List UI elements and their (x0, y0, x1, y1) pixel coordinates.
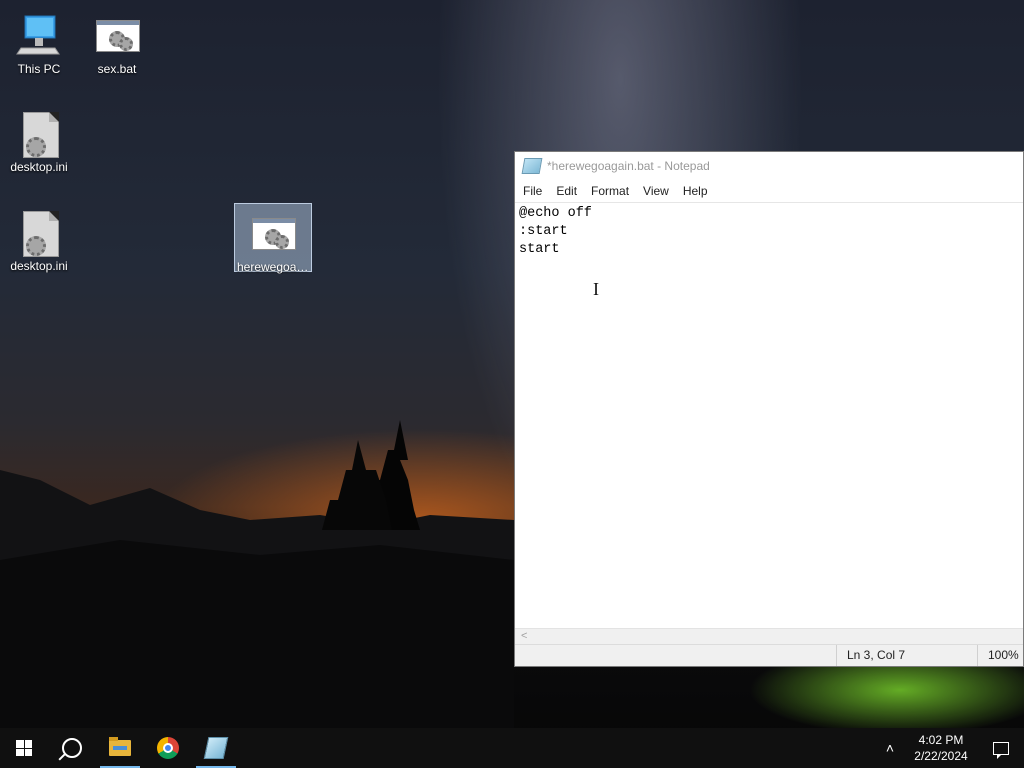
file-explorer-button[interactable] (96, 728, 144, 768)
batch-file-icon (93, 12, 141, 60)
text-cursor-icon: I (593, 279, 599, 299)
chrome-icon (157, 737, 179, 759)
desktop-icon-label: This PC (17, 62, 61, 76)
desktop-icon-desktop-ini-2[interactable]: desktop.ini (0, 203, 78, 273)
notepad-icon (203, 737, 229, 759)
clock-time: 4:02 PM (918, 733, 964, 747)
clock-date: 2/22/2024 (914, 749, 968, 763)
desktop-icon-desktop-ini-1[interactable]: desktop.ini (0, 104, 78, 174)
horizontal-scrollbar[interactable]: < (515, 628, 1023, 645)
notepad-titlebar[interactable]: *herewegoagain.bat - Notepad (515, 152, 1023, 180)
chrome-button[interactable] (144, 728, 192, 768)
cursor-position: Ln 3, Col 7 (836, 645, 977, 666)
menu-edit[interactable]: Edit (549, 184, 584, 198)
notepad-taskbar-button[interactable] (192, 728, 240, 768)
start-button[interactable] (0, 728, 48, 768)
ini-file-icon (15, 209, 63, 257)
zoom-level: 100% (977, 645, 1024, 666)
menu-help[interactable]: Help (676, 184, 715, 198)
this-pc-icon (15, 12, 63, 60)
chevron-up-icon[interactable]: ˄ (876, 740, 904, 756)
notepad-window[interactable]: *herewegoagain.bat - Notepad File Edit F… (514, 151, 1024, 667)
system-tray: ˄ 4:02 PM 2/22/2024 (876, 728, 1024, 768)
desktop-icon-label: desktop.ini (10, 160, 68, 174)
desktop-icon-label: sex.bat (97, 62, 137, 76)
notification-icon (993, 741, 1009, 759)
windows-logo-icon (16, 740, 32, 756)
menu-format[interactable]: Format (584, 184, 636, 198)
window-title: *herewegoagain.bat - Notepad (547, 159, 710, 173)
menu-file[interactable]: File (516, 184, 549, 198)
notification-center-button[interactable] (978, 728, 1024, 768)
batch-file-icon (249, 210, 297, 258)
text-editor[interactable]: @echo off :start start (515, 202, 1023, 629)
desktop-icon-label: desktop.ini (10, 259, 68, 273)
desktop-icon-herewegoagain-bat[interactable]: herewegoag... (234, 203, 312, 274)
taskbar: ˄ 4:02 PM 2/22/2024 (0, 728, 1024, 768)
folder-icon (109, 737, 131, 756)
status-bar: Ln 3, Col 7 100% (515, 644, 1023, 666)
ini-file-icon (15, 110, 63, 158)
menu-view[interactable]: View (636, 184, 676, 198)
scroll-left-icon[interactable]: < (521, 630, 527, 642)
desktop-icon-sex-bat[interactable]: sex.bat (78, 6, 156, 76)
desktop-icon-label: herewegoag... (237, 260, 311, 274)
desktop-icon-this-pc[interactable]: This PC (0, 6, 78, 76)
search-button[interactable] (48, 728, 96, 768)
notepad-icon (521, 158, 543, 174)
search-icon (62, 738, 82, 758)
clock[interactable]: 4:02 PM 2/22/2024 (904, 732, 978, 764)
menu-bar: File Edit Format View Help (515, 180, 1023, 203)
